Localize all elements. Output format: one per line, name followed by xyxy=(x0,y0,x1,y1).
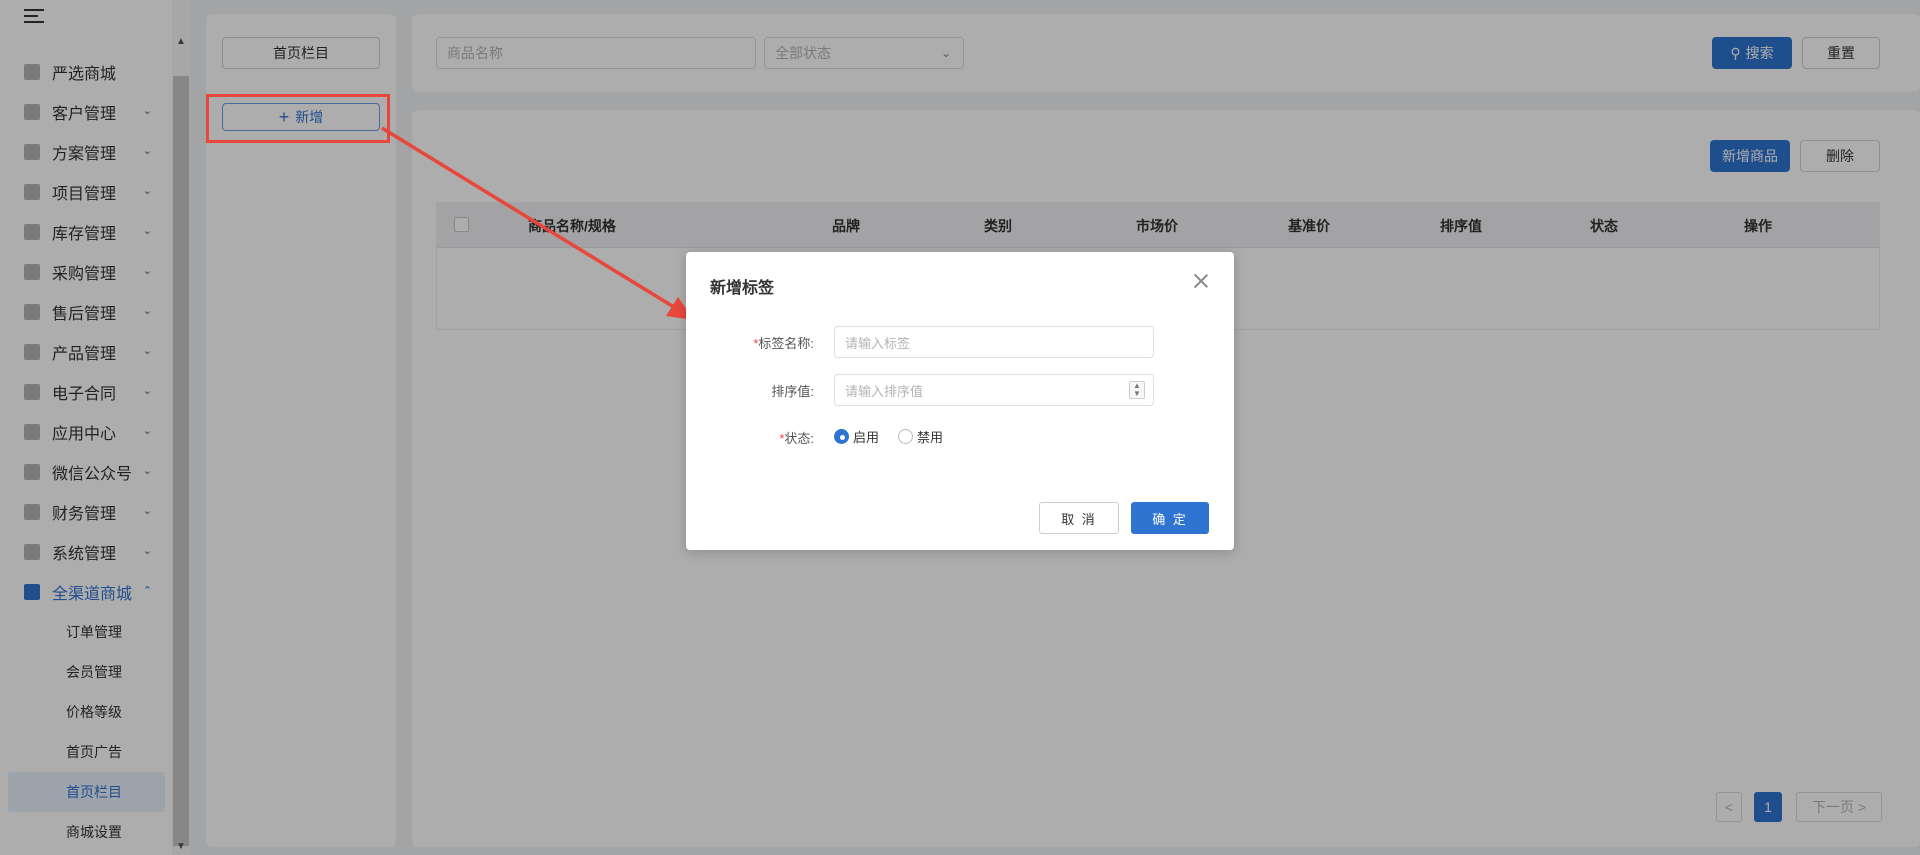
dialog-title: 新增标签 xyxy=(710,280,775,297)
tag-name-input[interactable]: 请输入标签 xyxy=(834,326,1154,358)
status-radio-enabled[interactable]: 启用 xyxy=(834,427,879,446)
radio-unchecked-icon xyxy=(898,429,913,444)
radio-checked-icon xyxy=(834,429,849,444)
number-stepper-icon[interactable]: ▲ ▼ xyxy=(1129,381,1145,399)
sort-value-input[interactable]: 请输入排序值 ▲ ▼ xyxy=(834,374,1154,406)
cancel-button[interactable]: 取 消 xyxy=(1039,502,1119,534)
status-radio-disabled[interactable]: 禁用 xyxy=(898,427,943,446)
annotation-highlight-box xyxy=(206,94,390,143)
add-tag-dialog: 新增标签 *标签名称: 请输入标签 排序值: 请输入排序值 ▲ ▼ *状态: 启用 … xyxy=(686,252,1234,550)
close-icon[interactable] xyxy=(1192,272,1210,290)
confirm-button[interactable]: 确 定 xyxy=(1131,502,1209,534)
sort-value-label: 排序值: xyxy=(771,384,814,399)
status-label: *状态: xyxy=(779,431,814,446)
tag-name-label: *标签名称: xyxy=(753,336,814,351)
